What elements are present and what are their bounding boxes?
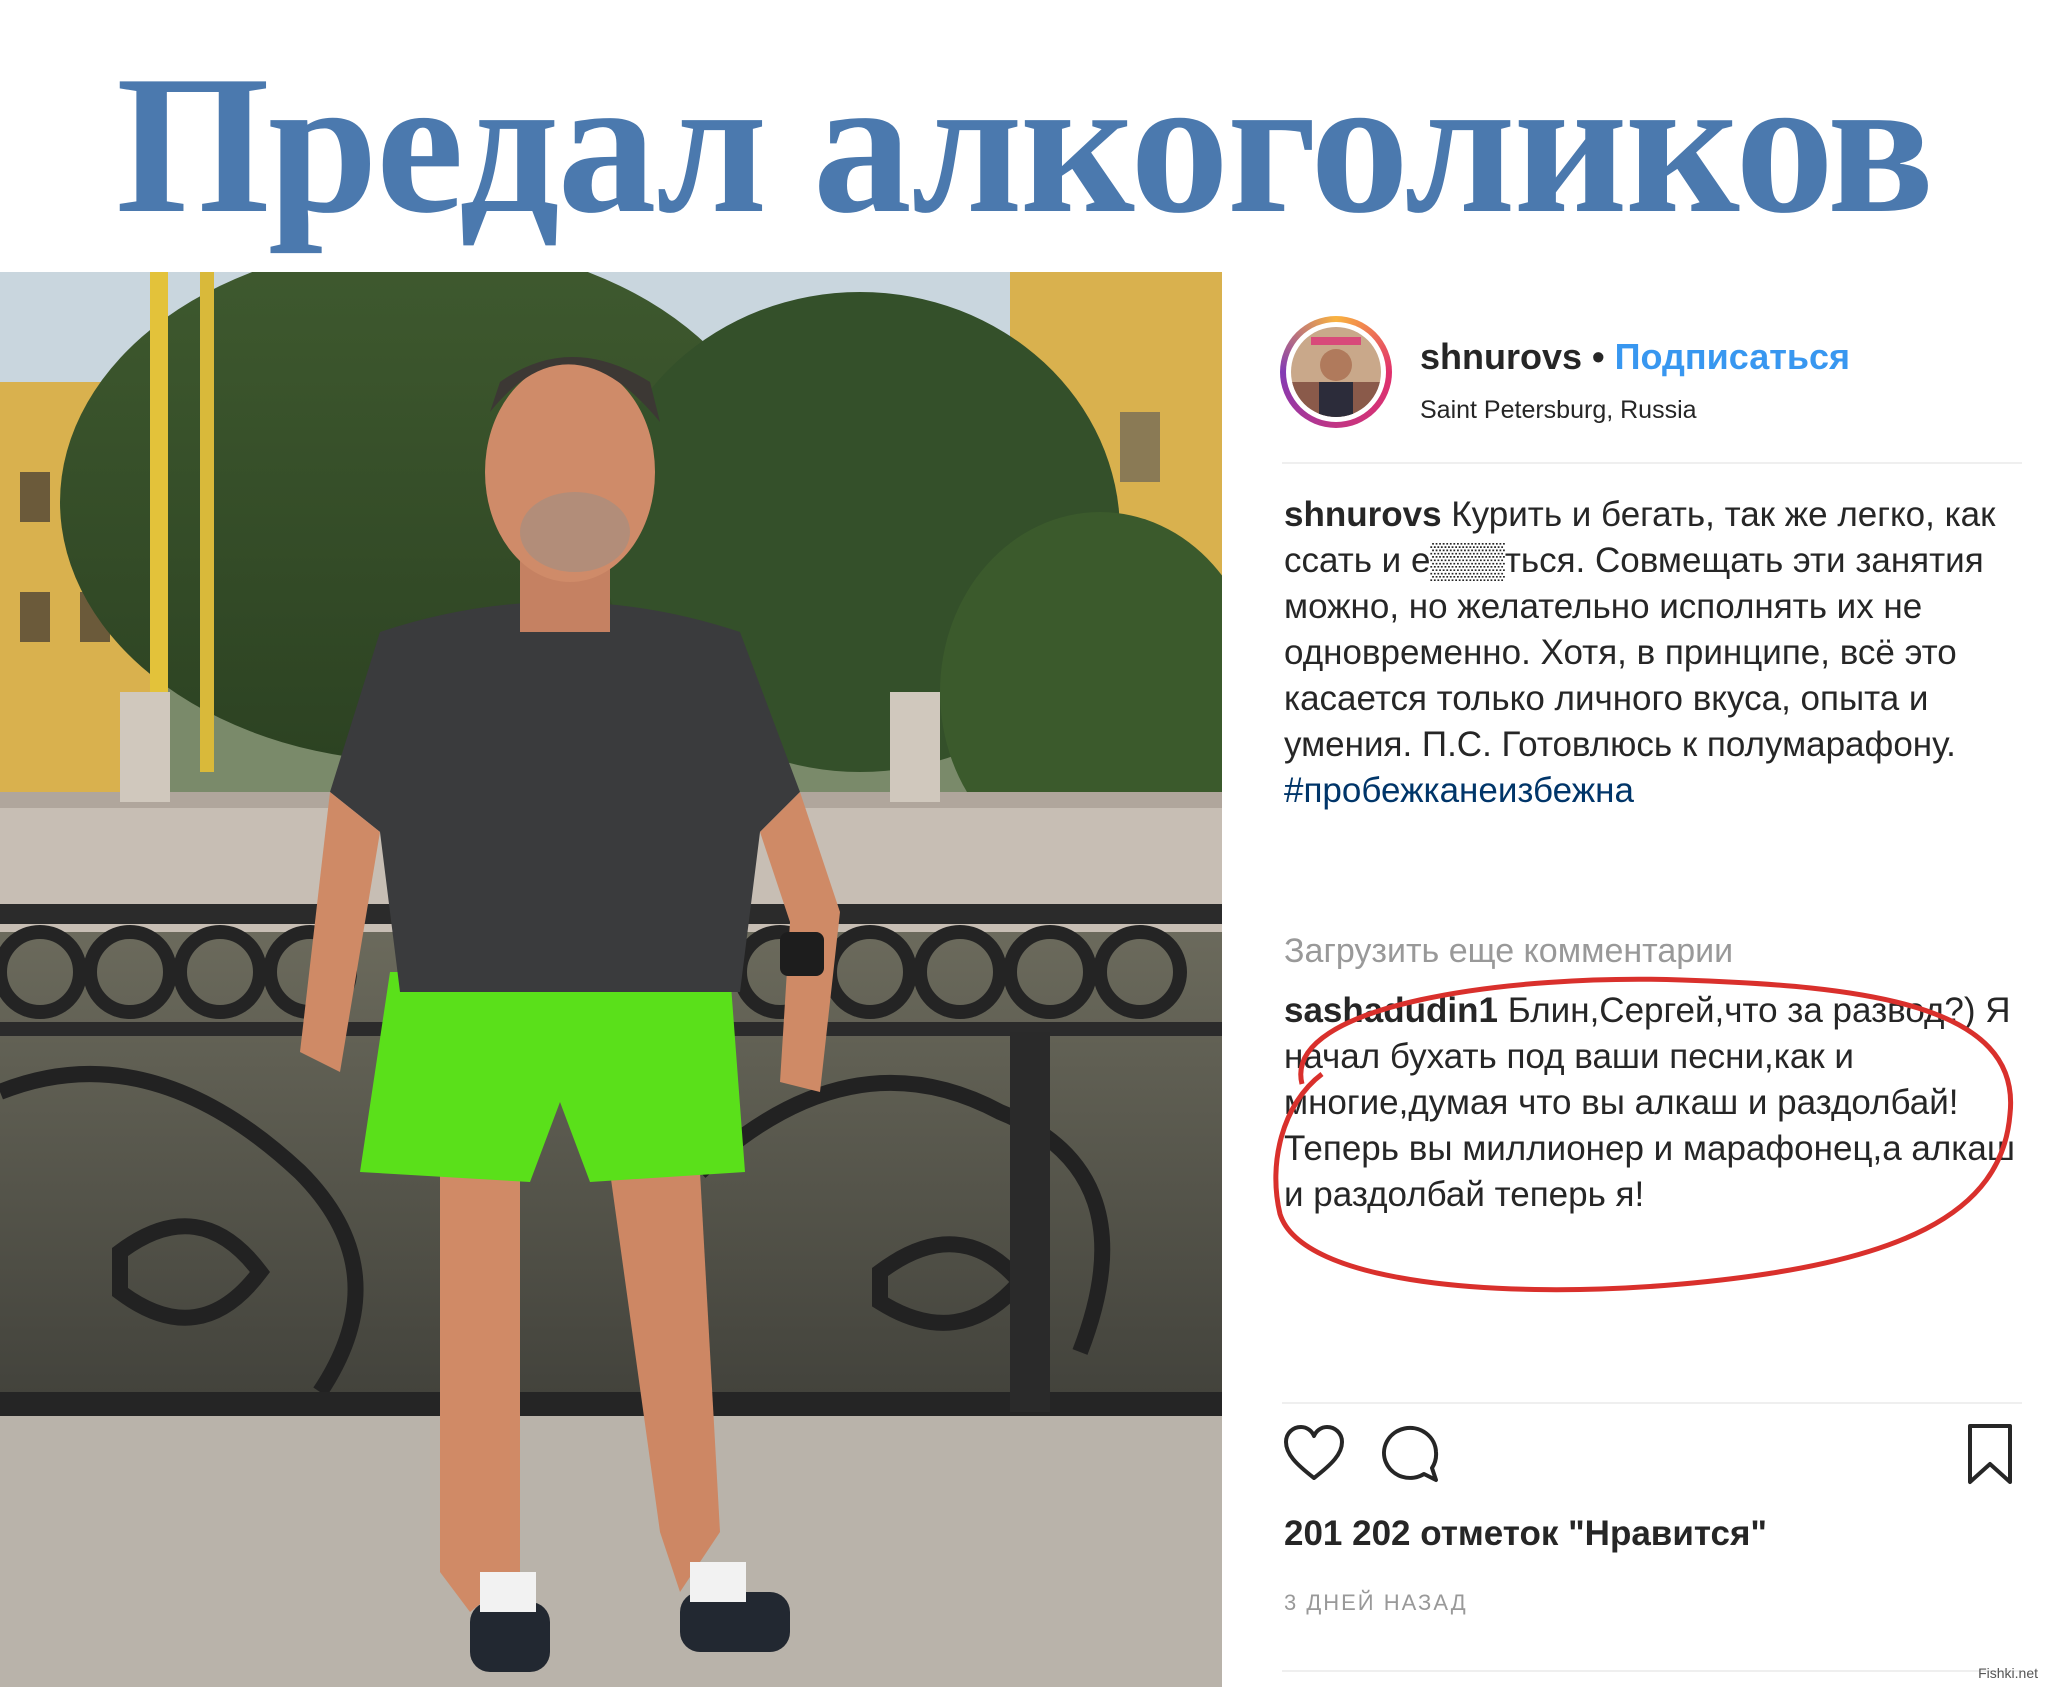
header-username[interactable]: shnurovs xyxy=(1420,336,1582,377)
heart-icon[interactable] xyxy=(1282,1422,1346,1486)
load-more-comments-link[interactable]: Загрузить еще комментарии xyxy=(1284,932,1733,971)
header-title-line: shnurovs • Подписаться xyxy=(1420,336,1850,378)
post-header: shnurovs • Подписаться Saint Petersburg, R… xyxy=(1280,296,2020,446)
headline: Предал алкоголиков xyxy=(115,35,1934,254)
header-divider xyxy=(1282,462,2022,464)
avatar[interactable] xyxy=(1280,316,1392,428)
comment-username[interactable]: sashadudin1 xyxy=(1284,991,1498,1030)
comment-icon[interactable] xyxy=(1378,1422,1442,1486)
likes-count[interactable]: 201 202 отметок "Нравится" xyxy=(1284,1514,1767,1554)
follow-button[interactable]: Подписаться xyxy=(1615,336,1850,377)
instagram-post-panel: shnurovs • Подписаться Saint Petersburg, R… xyxy=(1222,272,2048,1687)
header-separator: • xyxy=(1592,336,1605,377)
caption-text: Курить и бегать, так же легко, как ссать… xyxy=(1284,495,1996,764)
watermark: Fishki.net xyxy=(1978,1665,2038,1681)
caption-username[interactable]: shnurovs xyxy=(1284,495,1442,534)
comment-item: sashadudin1 Блин,Сергей,что за развод?) … xyxy=(1284,988,2024,1218)
avatar-image xyxy=(1291,327,1381,417)
bookmark-icon[interactable] xyxy=(1958,1422,2022,1486)
post-location[interactable]: Saint Petersburg, Russia xyxy=(1420,396,1697,425)
post-actions xyxy=(1282,1422,2022,1492)
caption-hashtag[interactable]: #пробежканеизбежна xyxy=(1284,768,2024,814)
post-caption: shnurovs Курить и бегать, так же легко, … xyxy=(1284,492,2024,814)
post-photo xyxy=(0,272,1222,1687)
actions-divider xyxy=(1282,1402,2022,1404)
post-timestamp: 3 ДНЕЙ НАЗАД xyxy=(1284,1590,1468,1615)
footer-divider xyxy=(1282,1670,2022,1672)
